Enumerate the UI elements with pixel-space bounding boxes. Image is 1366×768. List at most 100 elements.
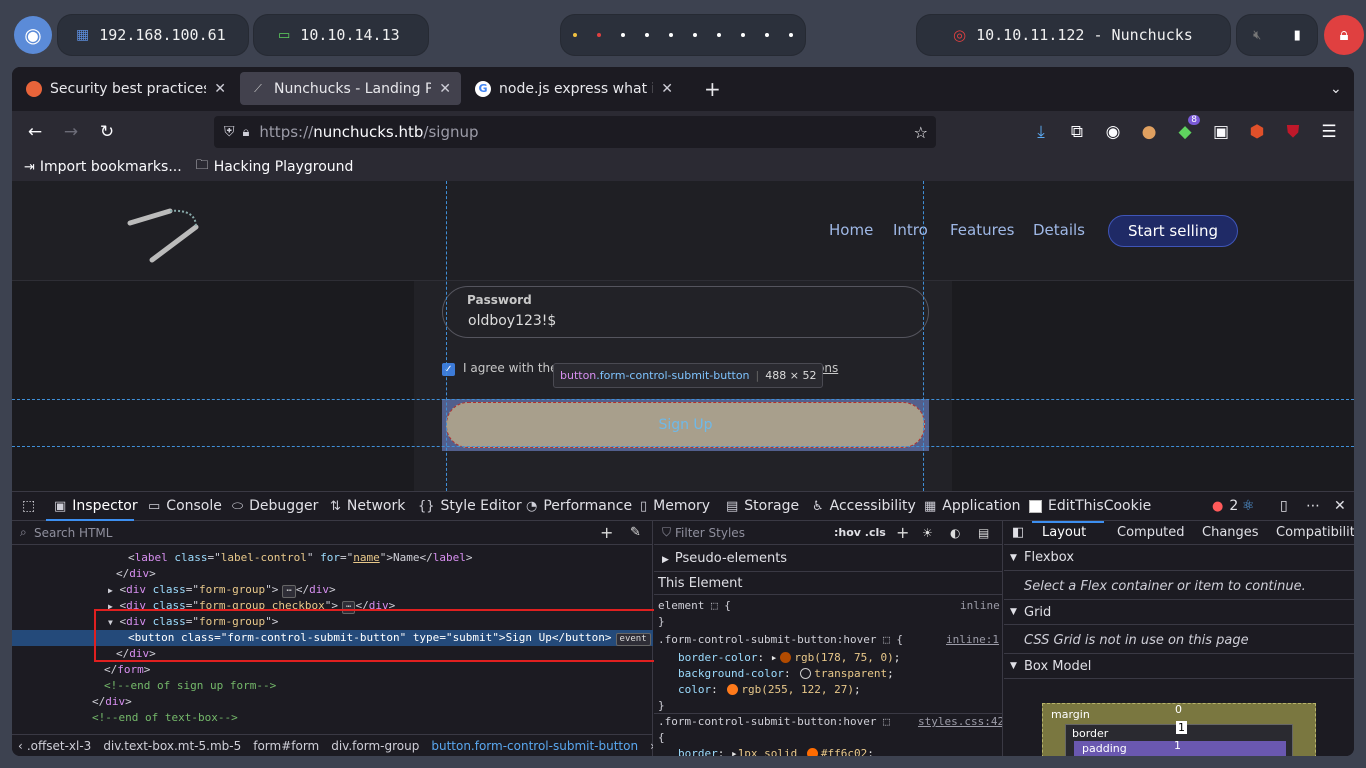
close-icon[interactable]: ✕ — [439, 81, 451, 97]
tab-changes[interactable]: Changes — [1202, 525, 1259, 540]
react-icon[interactable]: ⚛ — [1242, 498, 1255, 514]
workspace-switcher[interactable] — [561, 15, 805, 55]
search-html-input[interactable]: ⌕ Search HTML + ✎ — [12, 521, 653, 545]
html-node[interactable]: </div> — [12, 566, 653, 582]
tab-network[interactable]: ⇅ Network — [330, 498, 405, 514]
menu-icon[interactable]: ☰ — [1318, 121, 1340, 143]
breadcrumb-item[interactable]: form#form — [253, 739, 319, 753]
nav-features[interactable]: Features — [950, 221, 1015, 239]
tab-debugger[interactable]: ⬭ Debugger — [232, 498, 318, 514]
breadcrumb-item[interactable]: div.form-group — [331, 739, 419, 753]
back-icon[interactable]: ← — [24, 121, 46, 143]
html-node[interactable]: </form> — [12, 662, 653, 678]
ext-wappalyzer-icon[interactable]: ◆ 8 — [1174, 115, 1200, 143]
element-picker-icon[interactable]: ⬚ — [22, 498, 35, 514]
mute-icon[interactable]: 🔇︎ — [1253, 28, 1261, 43]
element-rule[interactable]: element ⬚ { — [658, 599, 731, 612]
chevron-right-icon[interactable]: › — [650, 739, 653, 753]
tab-editthiscookie[interactable]: EditThisCookie — [1029, 498, 1151, 514]
margin-value[interactable]: 0 — [1175, 703, 1182, 716]
close-icon[interactable]: ✕ — [214, 81, 226, 97]
workspace-dot-9[interactable] — [765, 33, 769, 37]
print-icon[interactable]: ▤ — [978, 526, 989, 540]
boxmodel-section[interactable]: ▼ Box Model — [1004, 653, 1354, 679]
grid-section[interactable]: ▼ Grid — [1004, 599, 1354, 625]
tab-list-button[interactable]: ⌄ — [1320, 72, 1350, 105]
tab-performance[interactable]: ◔ Performance — [526, 498, 632, 514]
css-property[interactable]: border: ▸1px solid #ff6c02; — [678, 747, 874, 756]
border-value[interactable]: 1 — [1176, 721, 1187, 734]
sign-up-button[interactable]: Sign Up — [446, 402, 925, 448]
bookmark-hacking-playground[interactable]: 🗀 Hacking Playground — [196, 156, 354, 178]
nav-home[interactable]: Home — [829, 221, 873, 239]
tab-application[interactable]: ▦ Application — [924, 498, 1021, 514]
nav-details[interactable]: Details — [1033, 221, 1085, 239]
breadcrumb-item[interactable]: button.form-control-submit-button — [431, 739, 638, 753]
workspace-dot-7[interactable] — [717, 33, 721, 37]
reload-icon[interactable]: ↻ — [96, 121, 118, 143]
tab-inspector[interactable]: ▣ Inspector — [54, 498, 138, 514]
html-node[interactable]: </div> — [12, 694, 653, 710]
tab-layout[interactable]: Layout — [1042, 525, 1086, 540]
tab-security[interactable]: Security best practices | ✕ — [16, 72, 236, 105]
rule1-source[interactable]: inline:1 — [946, 633, 999, 646]
url-bar[interactable]: ⛨ 🔒︎ https:// nunchucks.htb /signup ☆ — [214, 116, 936, 148]
html-comment[interactable]: <!--end of text-box--> — [12, 710, 653, 726]
filter-styles-input[interactable]: ⛉ Filter Styles :hov .cls + ☀ ◐ ▤ — [654, 521, 1002, 545]
tab-nunchucks[interactable]: ⟋ Nunchucks - Landing Pag ✕ — [240, 72, 461, 105]
css-property[interactable]: background-color: transparent; — [678, 667, 894, 680]
ext-cookie-icon[interactable]: ● — [1138, 121, 1160, 143]
start-selling-button[interactable]: Start selling — [1108, 215, 1238, 247]
ext-foxyproxy-icon[interactable]: ◉ — [1102, 121, 1124, 143]
tab-google[interactable]: G node.js express what is i ✕ — [465, 72, 683, 105]
tab-compatibility[interactable]: Compatibility — [1276, 525, 1354, 540]
rule2-source[interactable]: styles.css:422 — [918, 715, 1002, 728]
css-property[interactable]: border-color: ▸ rgb(178, 75, 0); — [678, 651, 900, 664]
close-icon[interactable]: ✕ — [1334, 498, 1346, 514]
lock-icon[interactable]: 🔒︎ — [1324, 15, 1364, 55]
tab-style-editor[interactable]: {} Style Editor — [418, 498, 522, 514]
ext-hacktools-icon[interactable]: ⬢ — [1246, 121, 1268, 143]
workspace-dot-2[interactable] — [597, 33, 601, 37]
downloads-icon[interactable]: ⤓ — [1030, 121, 1052, 143]
rule2-selector[interactable]: .form-control-submit-button:hover ⬚ — [658, 715, 890, 728]
forward-icon[interactable]: → — [60, 121, 82, 143]
shield-icon[interactable]: ⛨ — [224, 124, 235, 140]
bookmark-star-icon[interactable]: ☆ — [914, 123, 928, 142]
light-mode-icon[interactable]: ☀ — [922, 526, 933, 540]
lock-icon[interactable]: 🔒︎ — [243, 125, 250, 140]
workspace-dot-1[interactable] — [573, 33, 577, 37]
error-counter[interactable]: ● 2 — [1212, 498, 1238, 514]
css-property[interactable]: color: rgb(255, 122, 27); — [678, 683, 861, 696]
workspace-dot-3[interactable] — [621, 33, 625, 37]
ext-puzzle-icon[interactable]: ▣ — [1210, 121, 1232, 143]
workspace-dot-5[interactable] — [669, 33, 673, 37]
new-tab-button[interactable]: + — [694, 72, 724, 105]
bookmark-import[interactable]: ⇥ Import bookmarks... — [24, 159, 182, 175]
password-field[interactable]: Password oldboy123!$ — [442, 286, 929, 338]
tab-computed[interactable]: Computed — [1117, 525, 1185, 540]
workspace-dot-8[interactable] — [741, 33, 745, 37]
extensions-icon[interactable]: ⧉ — [1066, 121, 1088, 143]
workspace-dot-10[interactable] — [789, 33, 793, 37]
padding-value[interactable]: 1 — [1174, 739, 1181, 752]
dark-mode-icon[interactable]: ◐ — [950, 526, 960, 540]
tab-console[interactable]: ▭ Console — [148, 498, 222, 514]
launcher-logo-icon[interactable]: ◉ — [14, 16, 52, 54]
flexbox-section[interactable]: ▼ Flexbox — [1004, 545, 1354, 571]
dock-icon[interactable]: ▯ — [1280, 498, 1288, 514]
add-rule-icon[interactable]: + — [896, 523, 909, 542]
html-node[interactable]: <label class="label-control" for="name">… — [12, 550, 653, 566]
hov-cls-toggle[interactable]: :hov .cls — [834, 526, 886, 539]
agree-checkbox[interactable]: ✓ — [442, 363, 455, 376]
tab-memory[interactable]: ▯ Memory — [640, 498, 710, 514]
html-comment[interactable]: <!--end of sign up form--> — [12, 678, 653, 694]
pseudo-elements-toggle[interactable]: ▶ Pseudo-elements — [662, 551, 787, 566]
close-icon[interactable]: ✕ — [661, 81, 673, 97]
chevron-left-icon[interactable]: ‹ — [18, 739, 23, 753]
tab-storage[interactable]: ▤ Storage — [726, 498, 799, 514]
breadcrumb-item[interactable]: .offset-xl-3 — [27, 739, 92, 753]
workspace-dot-4[interactable] — [645, 33, 649, 37]
ext-ublock-icon[interactable]: ⛊ — [1282, 121, 1304, 143]
eyedropper-icon[interactable]: ✎ — [630, 525, 641, 540]
